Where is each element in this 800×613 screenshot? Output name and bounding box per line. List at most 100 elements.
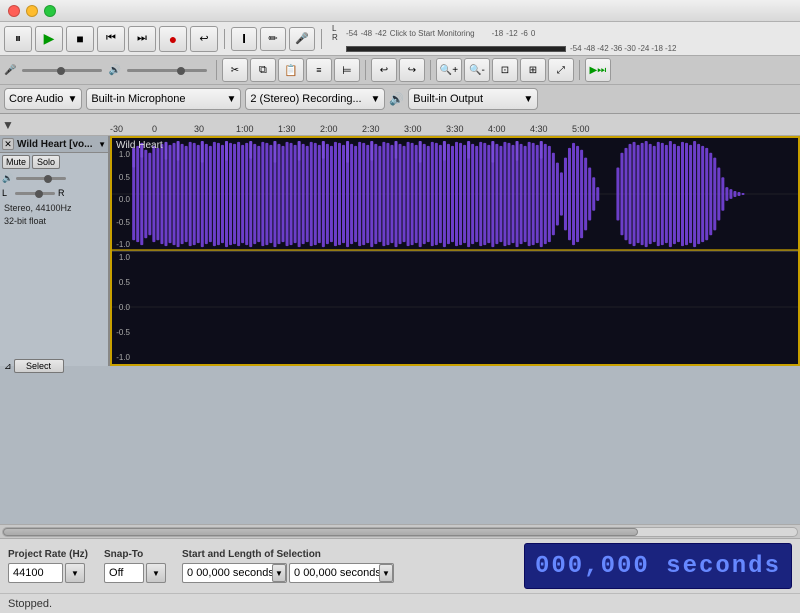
- tick-100: 1:00: [236, 124, 254, 134]
- select-tool-button[interactable]: I: [231, 27, 257, 51]
- solo-button[interactable]: Solo: [32, 155, 60, 169]
- y-axis-bottom: 1.0 0.5 0.0 -0.5 -1.0: [112, 251, 132, 364]
- snap-to-input[interactable]: [104, 563, 144, 583]
- meter-scale-bottom: -54 -48 -42 -36 -30 -24 -18 -12: [570, 44, 677, 53]
- scissors-icon: ✂: [231, 65, 239, 76]
- db-b-minus30: -30: [624, 44, 636, 53]
- undo-button[interactable]: ↩: [371, 58, 397, 82]
- pan-R-label: R: [58, 188, 65, 198]
- draw-tool-button[interactable]: ✏: [260, 27, 286, 51]
- tick-230: 2:30: [362, 124, 380, 134]
- project-rate-dropdown[interactable]: ▼: [65, 563, 85, 583]
- selection-end-input[interactable]: 0 00,000 seconds ▼: [289, 563, 394, 583]
- scrollbar-thumb[interactable]: [3, 528, 638, 536]
- timeline-ruler[interactable]: ▼ -30 0 30 1:00 1:30 2:00 2:30 3:00 3:30…: [0, 114, 800, 136]
- playback-meter[interactable]: [346, 46, 566, 52]
- zoom-in-button[interactable]: 🔍+: [436, 58, 462, 82]
- mute-solo-row: Mute Solo: [0, 153, 108, 171]
- tick-30: 30: [194, 124, 204, 134]
- status-bar: Stopped.: [0, 593, 800, 613]
- separator2: [321, 29, 322, 49]
- zoom-full-button[interactable]: ⤢: [548, 58, 574, 82]
- zoom-sel-button[interactable]: ⊡: [492, 58, 518, 82]
- skip-back-icon: ⏮: [106, 32, 116, 45]
- y-1.0-top: 1.0: [112, 150, 132, 159]
- y-minus1.0-top: -1.0: [112, 240, 132, 249]
- minimize-button[interactable]: [26, 5, 38, 17]
- input-gain-slider[interactable]: [22, 69, 102, 72]
- output-gain-slider[interactable]: [127, 69, 207, 72]
- copy-button[interactable]: ⧉: [250, 58, 276, 82]
- horizontal-scrollbar[interactable]: [0, 524, 800, 538]
- track-title: Wild Heart [vo...: [17, 139, 92, 150]
- y-0.5-bottom: 0.5: [112, 278, 132, 287]
- trim-icon: ⊨: [342, 64, 352, 77]
- silence-button[interactable]: ≡: [306, 58, 332, 82]
- tick-330: 3:30: [446, 124, 464, 134]
- selection-start-value: 0 00,000 seconds: [187, 567, 274, 579]
- bottom-bar: Project Rate (Hz) ▼ Snap-To ▼ Start and …: [0, 538, 800, 593]
- maximize-button[interactable]: [44, 5, 56, 17]
- close-button[interactable]: [8, 5, 20, 17]
- audio-host-select[interactable]: Core Audio ▼: [4, 88, 82, 110]
- skip-back-button[interactable]: ⏮: [97, 26, 125, 52]
- zoom-fit-button[interactable]: ⊞: [520, 58, 546, 82]
- volume-row: 🔊: [0, 171, 108, 186]
- redo-button[interactable]: ↪: [399, 58, 425, 82]
- paste-button[interactable]: 📋: [278, 58, 304, 82]
- track-close-button[interactable]: ✕: [2, 138, 14, 150]
- y-minus1.0-bottom: -1.0: [112, 353, 132, 362]
- snap-to-label: Snap-To: [104, 549, 166, 560]
- record-button[interactable]: ●: [159, 26, 187, 52]
- record-icon: ●: [169, 31, 177, 47]
- ruler-ticks: -30 0 30 1:00 1:30 2:00 2:30 3:00 3:30 4…: [110, 114, 800, 136]
- track-pan-slider[interactable]: [15, 192, 55, 195]
- waveform-area[interactable]: Wild Heart 1.0 0.5 0.0 -0.5 -1.0 1.0 0.5…: [110, 136, 800, 366]
- selection-section: Start and Length of Selection 0 00,000 s…: [182, 549, 394, 583]
- skip-forward-button[interactable]: ⏭: [128, 26, 156, 52]
- collapse-arrow-icon: ▼: [98, 140, 106, 149]
- project-rate-input[interactable]: [8, 563, 63, 583]
- scissors-button[interactable]: ✂: [222, 58, 248, 82]
- skip-forward-icon: ⏭: [137, 32, 147, 45]
- db-minus12: -12: [506, 29, 518, 38]
- tick-minus30: -30: [110, 124, 123, 134]
- zoom-out-button[interactable]: 🔍-: [464, 58, 490, 82]
- sel-end-dropdown[interactable]: ▼: [379, 564, 393, 582]
- time-display: 000,000 seconds: [524, 543, 792, 589]
- zoom-out-icon: 🔍-: [469, 65, 485, 76]
- tick-300: 3:00: [404, 124, 422, 134]
- mic-tool-button[interactable]: 🎤: [289, 27, 315, 51]
- db-b-minus12: -12: [665, 44, 677, 53]
- output-speaker-icon: 🔊: [389, 92, 404, 106]
- output-device-select[interactable]: Built-in Output ▼: [408, 88, 538, 110]
- selection-start-input[interactable]: 0 00,000 seconds ▼: [182, 563, 287, 583]
- pause-button[interactable]: ⏸: [4, 26, 32, 52]
- track-volume-slider[interactable]: [16, 177, 66, 180]
- titlebar: [0, 0, 800, 22]
- input-device-select[interactable]: Built-in Microphone ▼: [86, 88, 241, 110]
- mute-button[interactable]: Mute: [2, 155, 30, 169]
- db-minus42: -42: [375, 29, 387, 38]
- selection-label: Start and Length of Selection: [182, 549, 394, 560]
- trim-button[interactable]: ⊨: [334, 58, 360, 82]
- zoom-full-icon: ⤢: [557, 65, 565, 76]
- skip-play-button[interactable]: ▶⏭: [585, 58, 611, 82]
- channels-select[interactable]: 2 (Stereo) Recording... ▼: [245, 88, 385, 110]
- loop-button[interactable]: ↩: [190, 26, 218, 52]
- empty-area[interactable]: [0, 366, 800, 524]
- stop-button[interactable]: ■: [66, 26, 94, 52]
- track-area: ✕ Wild Heart [vo... ▼ Mute Solo 🔊 L R St…: [0, 136, 800, 366]
- tick-430: 4:30: [530, 124, 548, 134]
- input-device-dropdown-icon: ▼: [226, 94, 236, 105]
- track-select-button[interactable]: Select: [14, 359, 64, 373]
- play-button[interactable]: ▶: [35, 26, 63, 52]
- y-0.0-bottom: 0.0: [112, 303, 132, 312]
- scrollbar-track[interactable]: [2, 527, 798, 537]
- db-minus6: -6: [521, 29, 528, 38]
- snap-to-dropdown[interactable]: ▼: [146, 563, 166, 583]
- status-text: Stopped.: [8, 598, 52, 610]
- selection-input-row: 0 00,000 seconds ▼ 0 00,000 seconds ▼: [182, 563, 394, 583]
- sel-start-dropdown[interactable]: ▼: [272, 564, 286, 582]
- click-monitor-label[interactable]: Click to Start Monitoring: [390, 29, 475, 38]
